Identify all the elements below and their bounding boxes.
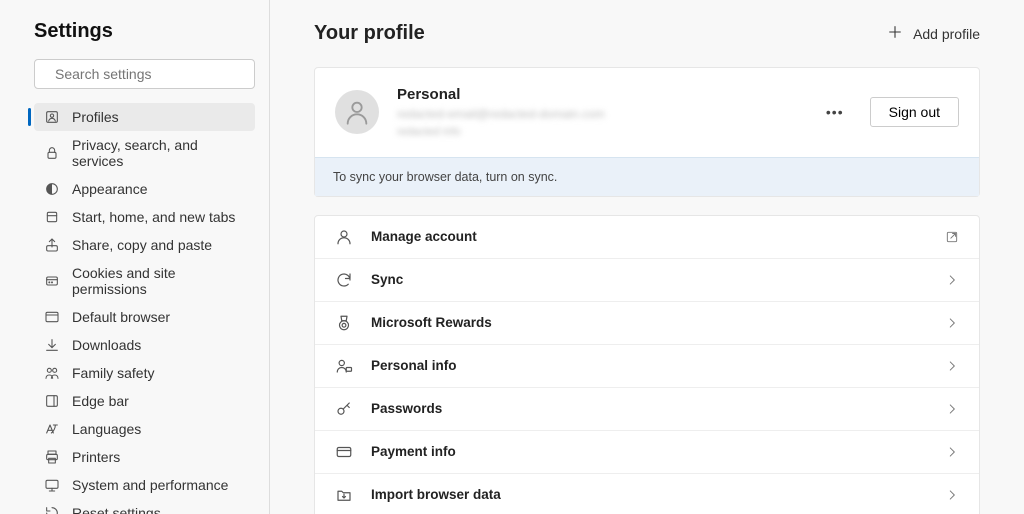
sync-icon [335,271,353,289]
row-passwords[interactable]: Passwords [315,387,979,430]
profile-name: Personal [397,86,800,103]
sidebar-nav: Profiles Privacy, search, and services App… [34,103,255,514]
sidebar-item-label: Appearance [72,181,148,197]
import-icon [335,486,353,504]
browser-icon [44,309,60,325]
appearance-icon [44,181,60,197]
avatar [335,90,379,134]
main-content: Your profile Add profile Personal redact… [270,0,1024,514]
chevron-right-icon [945,316,959,330]
home-icon [44,209,60,225]
sidebar-item-default-browser[interactable]: Default browser [34,303,255,331]
family-icon [44,365,60,381]
personalinfo-icon [335,357,353,375]
chevron-right-icon [945,402,959,416]
profile-meta: Personal redacted-email@redacted-domain.… [397,86,800,139]
sidebar-item-profiles[interactable]: Profiles [34,103,255,131]
settings-sidebar: Settings Profiles Privacy, search, and se… [0,0,270,514]
sync-banner[interactable]: To sync your browser data, turn on sync. [315,157,979,196]
person-icon [335,228,353,246]
add-profile-label: Add profile [913,26,980,42]
sidebar-item-label: Profiles [72,109,119,125]
row-microsoft-rewards[interactable]: Microsoft Rewards [315,301,979,344]
row-label: Sync [371,272,927,287]
sidebar-item-label: Share, copy and paste [72,237,212,253]
sidebar-item-label: Reset settings [72,505,161,514]
sidebar-title: Settings [34,20,255,43]
profile-options-list: Manage account Sync Microsoft Rewards Perso… [314,215,980,514]
row-manage-account[interactable]: Manage account [315,216,979,258]
lock-icon [44,145,60,161]
chevron-right-icon [945,488,959,502]
sidebar-item-label: Family safety [72,365,154,381]
sidebar-item-family-safety[interactable]: Family safety [34,359,255,387]
sidebar-item-label: Downloads [72,337,141,353]
rewards-icon [335,314,353,332]
profile-card: Personal redacted-email@redacted-domain.… [314,67,980,197]
sidebar-item-label: Cookies and site permissions [72,265,245,297]
row-label: Microsoft Rewards [371,315,927,330]
row-sync[interactable]: Sync [315,258,979,301]
sidebar-item-languages[interactable]: Languages [34,415,255,443]
sidebar-item-downloads[interactable]: Downloads [34,331,255,359]
row-label: Payment info [371,444,927,459]
sidebar-item-cookies-and-site-permissions[interactable]: Cookies and site permissions [34,259,255,303]
row-label: Import browser data [371,487,927,502]
printer-icon [44,449,60,465]
edgebar-icon [44,393,60,409]
sidebar-item-label: Languages [72,421,141,437]
sidebar-item-system-and-performance[interactable]: System and performance [34,471,255,499]
sidebar-item-appearance[interactable]: Appearance [34,175,255,203]
profile-summary: Personal redacted-email@redacted-domain.… [315,68,979,157]
sidebar-item-label: System and performance [72,477,228,493]
sidebar-item-printers[interactable]: Printers [34,443,255,471]
more-button[interactable]: ••• [818,100,852,124]
profile-line2: redacted info [397,125,800,139]
row-label: Manage account [371,229,927,244]
signout-button[interactable]: Sign out [870,97,959,127]
sidebar-item-label: Start, home, and new tabs [72,209,235,225]
row-payment-info[interactable]: Payment info [315,430,979,473]
sidebar-item-reset-settings[interactable]: Reset settings [34,499,255,514]
cookies-icon [44,273,60,289]
chevron-right-icon [945,273,959,287]
plus-icon [887,24,903,43]
search-input[interactable] [55,66,244,82]
profiles-icon [44,109,60,125]
share-icon [44,237,60,253]
page-title: Your profile [314,22,425,45]
key-icon [335,400,353,418]
add-profile-button[interactable]: Add profile [887,24,980,43]
main-header: Your profile Add profile [314,22,980,45]
sidebar-item-privacy-search-and-services[interactable]: Privacy, search, and services [34,131,255,175]
external-link-icon [945,230,959,244]
row-label: Personal info [371,358,927,373]
card-icon [335,443,353,461]
sidebar-item-label: Privacy, search, and services [72,137,245,169]
reset-icon [44,505,60,514]
sidebar-item-edge-bar[interactable]: Edge bar [34,387,255,415]
sidebar-item-label: Default browser [72,309,170,325]
chevron-right-icon [945,445,959,459]
sidebar-item-label: Edge bar [72,393,129,409]
sidebar-item-start-home-and-new-tabs[interactable]: Start, home, and new tabs [34,203,255,231]
profile-email: redacted-email@redacted-domain.com [397,107,800,123]
sidebar-item-share-copy-and-paste[interactable]: Share, copy and paste [34,231,255,259]
sidebar-item-label: Printers [72,449,120,465]
search-input-wrap[interactable] [34,59,255,89]
row-personal-info[interactable]: Personal info [315,344,979,387]
languages-icon [44,421,60,437]
row-import-browser-data[interactable]: Import browser data [315,473,979,514]
system-icon [44,477,60,493]
row-label: Passwords [371,401,927,416]
download-icon [44,337,60,353]
chevron-right-icon [945,359,959,373]
